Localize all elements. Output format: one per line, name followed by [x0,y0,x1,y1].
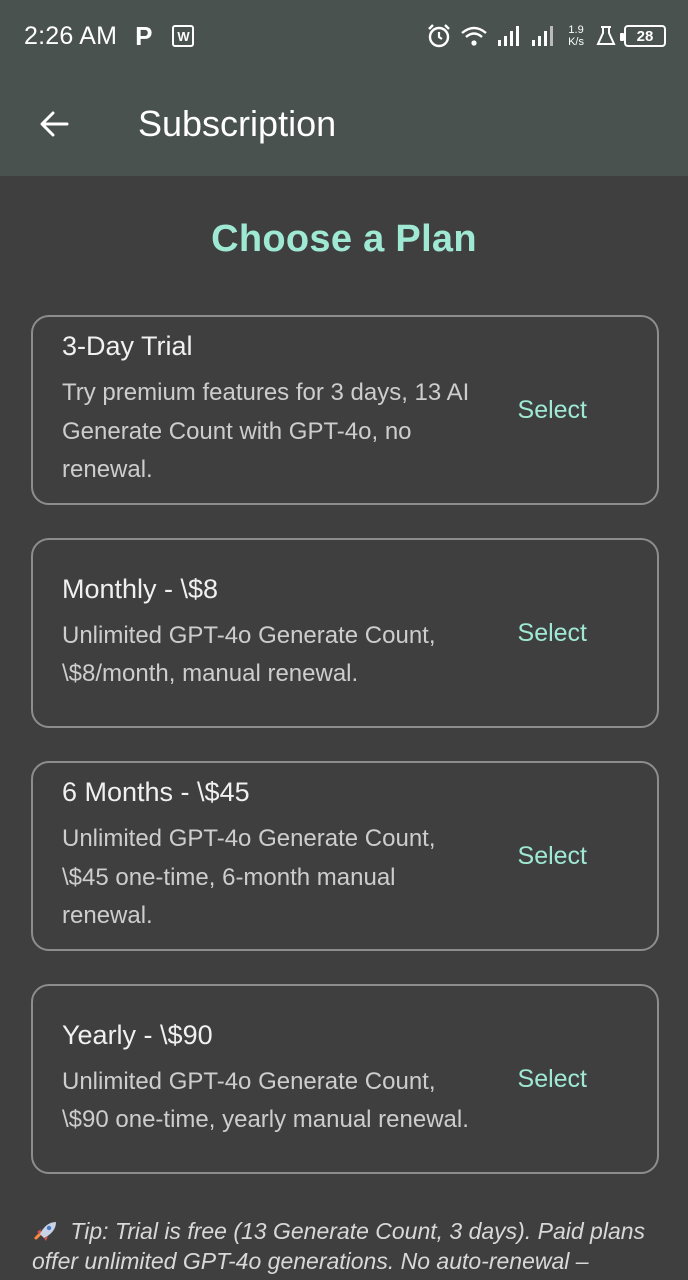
select-6-months-button[interactable]: Select [506,832,599,881]
plan-card-text: Monthly - \$8 Unlimited GPT-4o Generate … [62,573,482,694]
select-monthly-button[interactable]: Select [506,609,599,658]
wifi-icon [460,24,488,48]
plan-title: 3-Day Trial [62,331,193,362]
plan-description: Unlimited GPT-4o Generate Count, \$8/mon… [62,621,436,688]
plan-description: Try premium features for 3 days, 13 AI G… [62,379,470,484]
p-app-icon: P [135,20,153,51]
plan-card-text: 3-Day Trial Try premium features for 3 d… [62,330,482,490]
status-bar: 2:26 AM P W 1.9 K/s 28 [0,0,688,72]
choose-plan-heading: Choose a Plan [211,218,477,260]
plan-card-6-months[interactable]: 6 Months - \$45 Unlimited GPT-4o Generat… [31,761,659,951]
back-button[interactable] [24,94,84,154]
plan-description: Unlimited GPT-4o Generate Count, \$45 on… [62,825,436,930]
status-bar-left: 2:26 AM P W [24,20,195,52]
plan-list: 3-Day Trial Try premium features for 3 d… [31,315,659,1207]
app-bar: Subscription [0,72,688,176]
plan-card-trial[interactable]: 3-Day Trial Try premium features for 3 d… [31,315,659,505]
plan-card-text: Yearly - \$90 Unlimited GPT-4o Generate … [62,1019,482,1140]
arrow-left-icon [40,111,69,137]
tip-text: Tip: Trial is free (13 Generate Count, 3… [32,1218,646,1274]
plan-description: Unlimited GPT-4o Generate Count, \$90 on… [62,1067,469,1134]
document-app-icon: W [172,25,195,47]
plan-title: 6 Months - \$45 [62,777,250,808]
network-speed-value: 1.9 [568,24,584,36]
rocket-icon [32,1218,64,1244]
plan-card-yearly[interactable]: Yearly - \$90 Unlimited GPT-4o Generate … [31,984,659,1174]
select-yearly-button[interactable]: Select [506,1055,599,1104]
signal-icon [496,24,522,48]
page-title: Subscription [138,103,337,144]
plan-title: Yearly - \$90 [62,1019,213,1050]
plan-title: Monthly - \$8 [62,573,219,604]
tip-text-block: Tip: Trial is free (13 Generate Count, 3… [32,1216,662,1276]
plan-card-monthly[interactable]: Monthly - \$8 Unlimited GPT-4o Generate … [31,538,659,728]
network-speed: 1.9 K/s [568,24,584,48]
flask-icon [596,25,616,47]
network-speed-unit: K/s [568,36,584,48]
status-bar-right: 1.9 K/s 28 [426,23,666,49]
alarm-icon [426,23,452,49]
status-time: 2:26 AM [24,21,118,50]
battery-icon: 28 [620,25,666,47]
plan-card-text: 6 Months - \$45 Unlimited GPT-4o Generat… [62,776,482,936]
select-trial-button[interactable]: Select [506,386,599,435]
signal-secondary-icon [530,24,556,48]
